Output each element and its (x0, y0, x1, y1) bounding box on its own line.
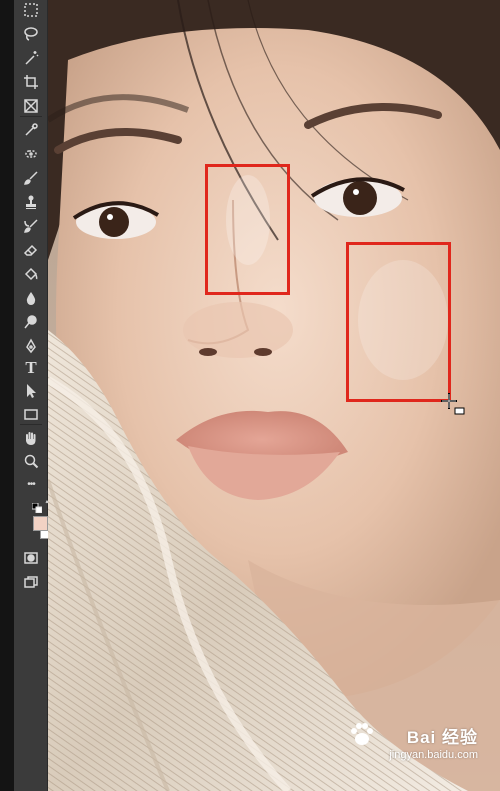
window-edge (0, 0, 14, 791)
more-icon: ••• (27, 478, 35, 490)
dodge-tool-button[interactable] (18, 312, 44, 332)
edit-toolbar-button[interactable]: ••• (18, 474, 44, 494)
lasso-icon (24, 27, 38, 41)
paint-bucket-icon (24, 267, 38, 281)
zoom-icon (24, 454, 39, 469)
document-canvas[interactable]: Bai 经验 jingyan.baidu.com (48, 0, 500, 791)
history-brush-icon (24, 219, 38, 233)
lasso-tool-button[interactable] (18, 24, 44, 44)
stamp-icon (26, 195, 36, 209)
arrow-icon (27, 384, 36, 398)
selection-rectangle-nose (205, 164, 290, 295)
tools-panel: T ••• (14, 0, 55, 791)
foreground-color-swatch[interactable] (33, 516, 48, 531)
spot-healing-tool-button[interactable] (18, 144, 44, 164)
blur-tool-button[interactable] (18, 288, 44, 308)
clone-stamp-tool-button[interactable] (18, 192, 44, 212)
type-icon: T (25, 358, 37, 377)
baidu-watermark: Bai 经验 jingyan.baidu.com (348, 723, 478, 767)
marquee-tool-button[interactable] (18, 0, 44, 20)
marquee-icon (24, 3, 38, 17)
eraser-tool-button[interactable] (18, 240, 44, 260)
toolbar-separator (20, 116, 42, 117)
photoshop-window: T ••• Bai 经验 jingyan.baidu.com (0, 0, 500, 791)
eraser-icon (23, 244, 38, 256)
crosshair-add-icon (441, 393, 465, 415)
selection-rectangle-cheek (346, 242, 451, 402)
quick-mask-icon (24, 552, 38, 564)
toolbar-separator (20, 424, 42, 425)
default-colors-button[interactable] (31, 500, 43, 514)
eyedropper-icon (25, 123, 38, 136)
watermark-title: Bai 经验 (406, 728, 478, 747)
hand-icon (26, 432, 36, 445)
magic-wand-icon (25, 51, 39, 65)
brush-icon (24, 171, 38, 185)
rectangle-tool-button[interactable] (18, 404, 44, 424)
magic-wand-tool-button[interactable] (18, 48, 44, 68)
pen-tool-button[interactable] (18, 336, 44, 356)
blur-drop-icon (26, 292, 36, 305)
screen-mode-icon (24, 576, 38, 588)
dodge-icon (24, 315, 37, 329)
quick-mask-button[interactable] (18, 548, 44, 568)
history-brush-tool-button[interactable] (18, 216, 44, 236)
rectangle-icon (24, 409, 38, 420)
hand-tool-button[interactable] (18, 428, 44, 448)
frame-icon (24, 99, 38, 113)
watermark-url: jingyan.baidu.com (389, 749, 478, 761)
default-colors-icon (31, 502, 43, 514)
eyedropper-tool-button[interactable] (18, 120, 44, 140)
frame-tool-button[interactable] (18, 96, 44, 116)
paint-bucket-tool-button[interactable] (18, 264, 44, 284)
zoom-tool-button[interactable] (18, 451, 44, 471)
crop-icon (24, 75, 38, 89)
baidu-paw-icon (351, 723, 373, 745)
brush-tool-button[interactable] (18, 168, 44, 188)
type-tool-button[interactable]: T (18, 358, 44, 378)
crop-tool-button[interactable] (18, 72, 44, 92)
pen-icon (26, 338, 36, 354)
path-selection-tool-button[interactable] (18, 381, 44, 401)
screen-mode-button[interactable] (18, 572, 44, 592)
healing-icon (25, 150, 37, 158)
